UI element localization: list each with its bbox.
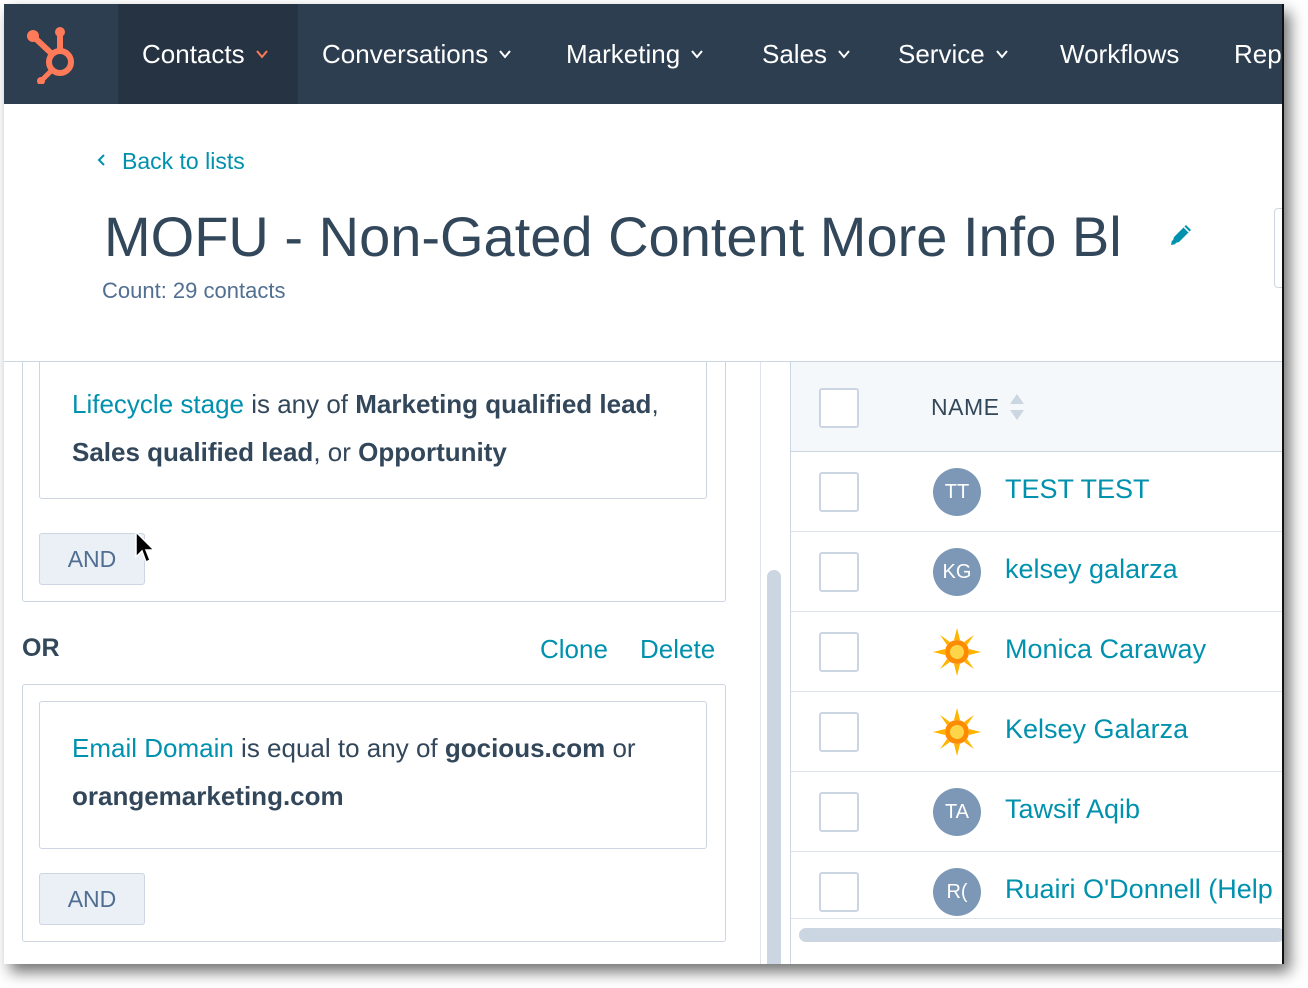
nav-sales-label: Sales (762, 38, 828, 69)
table-horizontal-scrollbar[interactable] (799, 928, 1282, 942)
nav-contacts-label: Contacts (142, 38, 245, 69)
row-checkbox[interactable] (819, 472, 859, 512)
actions-button-edge[interactable] (1274, 208, 1282, 288)
filter-condition-lifecycle[interactable]: Lifecycle stage is any of Marketing qual… (39, 362, 707, 499)
contact-name-link[interactable]: Kelsey Galarza (1005, 714, 1188, 745)
top-nav: Contacts Conversations Marketing Sales S… (4, 4, 1282, 104)
avatar: R( (933, 868, 981, 916)
contact-name-link[interactable]: kelsey galarza (1005, 554, 1178, 585)
sun-icon (933, 628, 981, 676)
and-button[interactable]: AND (39, 533, 145, 585)
list-header: Back to lists MOFU - Non-Gated Content M… (4, 104, 1282, 362)
row-checkbox[interactable] (819, 552, 859, 592)
delete-button[interactable]: Delete (640, 634, 715, 665)
chevron-down-icon (690, 47, 704, 61)
avatar: TA (933, 788, 981, 836)
back-to-lists-label: Back to lists (122, 148, 245, 174)
pencil-icon[interactable] (1166, 220, 1196, 250)
and-button[interactable]: AND (39, 873, 145, 925)
avatar: KG (933, 548, 981, 596)
filter-value: Opportunity (358, 437, 507, 467)
filter-scrollbar-thumb[interactable] (767, 570, 781, 964)
filter-operator: is equal to any of (233, 733, 445, 763)
filter-value: Sales qualified lead (72, 437, 314, 467)
table-row[interactable]: Monica Caraway (791, 612, 1282, 692)
select-all-checkbox[interactable] (819, 388, 859, 428)
filter-property[interactable]: Lifecycle stage (72, 389, 244, 419)
nav-service[interactable]: Service (898, 4, 1009, 104)
column-header-name-label: NAME (931, 393, 1000, 420)
row-checkbox[interactable] (819, 872, 859, 912)
nav-marketing-label: Marketing (566, 38, 681, 69)
row-checkbox[interactable] (819, 792, 859, 832)
contact-name-link[interactable]: Tawsif Aqib (1005, 794, 1140, 825)
mouse-cursor-icon (135, 530, 157, 565)
filter-value: orangemarketing.com (72, 781, 344, 811)
filter-group-1: Lifecycle stage is any of Marketing qual… (22, 362, 726, 602)
sort-icon[interactable] (1009, 392, 1025, 422)
filter-panel: Lifecycle stage is any of Marketing qual… (4, 362, 790, 964)
nav-workflows[interactable]: Workflows (1060, 4, 1179, 104)
back-to-lists-link[interactable]: Back to lists (96, 148, 245, 175)
chevron-left-icon (96, 150, 106, 173)
filter-value: gocious.com (444, 733, 606, 763)
nav-workflows-label: Workflows (1060, 38, 1180, 69)
nav-reports[interactable]: Repo (1234, 4, 1282, 104)
chevron-down-icon (995, 47, 1009, 61)
table-row[interactable]: TA Tawsif Aqib (791, 772, 1282, 852)
filter-group-2: Email Domain is equal to any of gocious.… (22, 684, 726, 942)
filter-operator: is any of (243, 389, 356, 419)
clone-button[interactable]: Clone (540, 634, 608, 665)
filter-scrollbar[interactable] (760, 362, 790, 964)
nav-conversations[interactable]: Conversations (322, 4, 512, 104)
nav-service-label: Service (898, 38, 985, 69)
contact-name-link[interactable]: Ruairi O'Donnell (Help (1005, 874, 1273, 905)
table-row[interactable]: TT TEST TEST (791, 452, 1282, 532)
nav-reports-label: Repo (1234, 38, 1282, 69)
row-checkbox[interactable] (819, 632, 859, 672)
contact-count: Count: 29 contacts (102, 278, 286, 303)
filter-condition-email-domain[interactable]: Email Domain is equal to any of gocious.… (39, 701, 707, 849)
filter-separator: or (605, 733, 636, 763)
chevron-down-icon (498, 47, 512, 61)
row-checkbox[interactable] (819, 712, 859, 752)
chevron-down-icon (837, 47, 851, 61)
sun-icon (933, 708, 981, 756)
nav-marketing[interactable]: Marketing (566, 4, 704, 104)
table-header: NAME (791, 362, 1282, 452)
contact-name-link[interactable]: Monica Caraway (1005, 634, 1206, 665)
table-row[interactable]: Kelsey Galarza (791, 692, 1282, 772)
table-row[interactable]: KG kelsey galarza (791, 532, 1282, 612)
chevron-down-icon (255, 47, 269, 61)
hubspot-sprocket-icon[interactable] (22, 24, 86, 85)
page-title: MOFU - Non-Gated Content More Info Bl (104, 205, 1122, 268)
filter-property[interactable]: Email Domain (72, 733, 234, 763)
filter-value: Marketing qualified lead (355, 389, 652, 419)
filter-separator: , (651, 389, 659, 419)
column-header-name[interactable]: NAME (931, 392, 1025, 422)
nav-contacts[interactable]: Contacts (118, 4, 298, 104)
app-window: Contacts Conversations Marketing Sales S… (4, 4, 1284, 964)
contact-name-link[interactable]: TEST TEST (1005, 474, 1150, 505)
filter-separator: , or (313, 437, 359, 467)
avatar: TT (933, 468, 981, 516)
or-label: OR (22, 634, 60, 662)
nav-sales[interactable]: Sales (762, 4, 851, 104)
nav-conversations-label: Conversations (322, 38, 489, 69)
contacts-table: NAME TT TEST TEST KG kelsey galarza Moni… (790, 362, 1282, 964)
